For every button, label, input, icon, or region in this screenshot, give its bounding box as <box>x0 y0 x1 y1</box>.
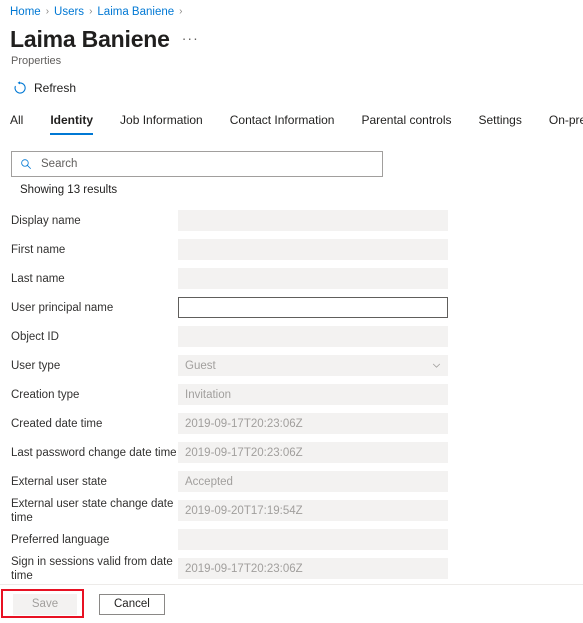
form-row-creation-type: Creation type Invitation <box>0 380 583 409</box>
sign-in-sessions-valid-from-date-time-field: 2019-09-17T20:23:06Z <box>178 558 448 579</box>
form-row-last-name: Last name <box>0 264 583 293</box>
first-name-field <box>178 239 448 260</box>
field-label: Display name <box>11 214 81 227</box>
form-row-first-name: First name <box>0 235 583 264</box>
footer-action-bar: Save Cancel <box>0 585 583 623</box>
tab-identity[interactable]: Identity <box>50 113 94 135</box>
search-box[interactable] <box>11 151 383 177</box>
tab-on-premises[interactable]: On-premises <box>549 113 583 135</box>
results-count: Showing 13 results <box>20 184 118 196</box>
page-subtitle: Properties <box>11 55 62 67</box>
object-id-field <box>178 326 448 347</box>
page-header: Laima Baniene ··· <box>0 19 583 53</box>
breadcrumb-separator-icon: › <box>89 6 93 17</box>
form-row-created-date-time: Created date time 2019-09-17T20:23:06Z <box>0 409 583 438</box>
tab-contact-information[interactable]: Contact Information <box>230 113 335 135</box>
form-row-object-id: Object ID <box>0 322 583 351</box>
chevron-down-icon <box>431 360 442 371</box>
user-type-value: Guest <box>185 359 216 372</box>
properties-form: Display name First name Last name User p… <box>0 206 583 583</box>
save-button[interactable]: Save <box>13 593 77 615</box>
field-label: Sign in sessions valid from date time <box>11 555 173 582</box>
last-password-change-date-time-field: 2019-09-17T20:23:06Z <box>178 442 448 463</box>
last-name-field <box>178 268 448 289</box>
display-name-field <box>178 210 448 231</box>
breadcrumb-item-users[interactable]: Users <box>54 5 84 19</box>
field-label: Last password change date time <box>11 446 177 459</box>
user-principal-name-field[interactable] <box>178 297 448 318</box>
creation-type-field: Invitation <box>178 384 448 405</box>
more-options-icon[interactable]: ··· <box>182 30 199 46</box>
external-user-state-field: Accepted <box>178 471 448 492</box>
breadcrumb-separator-icon: › <box>179 6 183 17</box>
breadcrumb-item-home[interactable]: Home <box>10 5 41 19</box>
breadcrumb: Home › Users › Laima Baniene › <box>0 0 583 19</box>
form-row-display-name: Display name <box>0 206 583 235</box>
user-type-dropdown: Guest <box>178 355 448 376</box>
breadcrumb-separator-icon: › <box>45 6 50 17</box>
form-row-last-password-change-date-time: Last password change date time 2019-09-1… <box>0 438 583 467</box>
command-bar: Refresh <box>0 68 583 95</box>
tab-parental-controls[interactable]: Parental controls <box>361 113 451 135</box>
tab-job-information[interactable]: Job Information <box>120 113 203 135</box>
preferred-language-field <box>178 529 448 550</box>
field-label: User type <box>11 359 61 372</box>
field-label: Preferred language <box>11 533 110 546</box>
external-user-state-change-date-time-field: 2019-09-20T17:19:54Z <box>178 500 448 521</box>
search-input[interactable] <box>37 158 382 170</box>
field-label: External user state <box>11 475 107 488</box>
form-row-user-type: User type Guest <box>0 351 583 380</box>
cancel-button[interactable]: Cancel <box>99 593 165 615</box>
tab-all[interactable]: All <box>10 113 23 135</box>
field-label: First name <box>11 243 66 256</box>
form-row-preferred-language: Preferred language <box>0 525 583 554</box>
search-icon <box>15 158 37 170</box>
page-title: Laima Baniene <box>10 26 170 52</box>
field-label: Object ID <box>11 330 59 343</box>
field-label: Last name <box>11 272 65 285</box>
tab-settings[interactable]: Settings <box>479 113 522 135</box>
field-label: User principal name <box>11 301 114 314</box>
form-row-external-user-state-change-date-time: External user state change date time 201… <box>0 496 583 525</box>
breadcrumb-item-laima-baniene[interactable]: Laima Baniene <box>97 5 174 19</box>
refresh-label: Refresh <box>34 80 77 95</box>
refresh-icon <box>12 80 27 95</box>
form-row-external-user-state: External user state Accepted <box>0 467 583 496</box>
form-row-user-principal-name: User principal name <box>0 293 583 322</box>
created-date-time-field: 2019-09-17T20:23:06Z <box>178 413 448 434</box>
tab-bar: All Identity Job Information Contact Inf… <box>0 95 583 135</box>
refresh-button[interactable]: Refresh <box>12 80 76 95</box>
field-label: External user state change date time <box>11 497 174 524</box>
field-label: Creation type <box>11 388 80 401</box>
field-label: Created date time <box>11 417 103 430</box>
form-row-sign-in-sessions-valid-from-date-time: Sign in sessions valid from date time 20… <box>0 554 583 583</box>
